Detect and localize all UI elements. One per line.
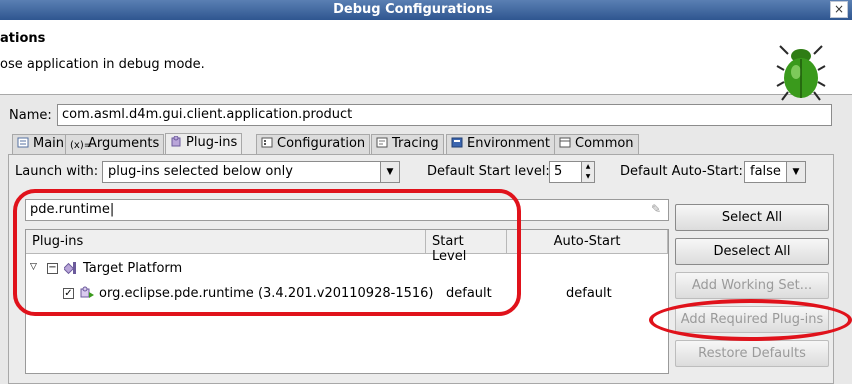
add-working-set-button[interactable]: Add Working Set... bbox=[675, 272, 829, 299]
launch-with-value: plug-ins selected below only bbox=[108, 164, 293, 179]
launch-with-select[interactable]: plug-ins selected below only ▼ bbox=[102, 161, 400, 183]
select-all-button[interactable]: Select All bbox=[675, 204, 829, 231]
clear-filter-icon[interactable]: ✎ bbox=[651, 202, 665, 216]
header-title: ations bbox=[0, 31, 46, 46]
tab-configuration[interactable]: Configuration bbox=[256, 134, 371, 154]
tab-tracing-label: Tracing bbox=[392, 136, 439, 151]
name-field[interactable]: com.asml.d4m.gui.client.application.prod… bbox=[57, 104, 832, 126]
default-start-level-label: Default Start level: bbox=[427, 164, 550, 179]
tab-arguments[interactable]: (x)=Arguments bbox=[65, 134, 165, 154]
deselect-all-button[interactable]: Deselect All bbox=[675, 238, 829, 265]
title-bar: Debug Configurations × bbox=[0, 0, 852, 20]
common-icon bbox=[559, 137, 571, 148]
spinner-arrows-icon[interactable]: ▲ ▼ bbox=[581, 162, 594, 182]
tab-common-label: Common bbox=[575, 136, 634, 151]
plugin-auto-start[interactable]: default bbox=[566, 286, 612, 301]
tab-main[interactable]: Main bbox=[12, 134, 70, 154]
tab-common[interactable]: Common bbox=[554, 134, 639, 154]
tab-arguments-label: Arguments bbox=[88, 136, 160, 151]
auto-start-value: false bbox=[750, 164, 781, 179]
window-title: Debug Configurations bbox=[333, 2, 493, 17]
close-button[interactable]: × bbox=[830, 1, 848, 18]
restore-defaults-button[interactable]: Restore Defaults bbox=[675, 340, 829, 367]
tab-main-label: Main bbox=[33, 136, 65, 151]
start-level-spinner[interactable]: 5 ▲ ▼ bbox=[549, 161, 595, 183]
restore-defaults-label: Restore Defaults bbox=[698, 346, 806, 361]
dialog-header: ations ose application in debug mode. bbox=[0, 20, 852, 101]
chevron-down-icon[interactable]: ▼ bbox=[786, 162, 805, 182]
launch-with-label: Launch with: bbox=[15, 164, 99, 179]
name-label: Name: bbox=[9, 108, 52, 123]
tab-tracing[interactable]: Tracing bbox=[371, 134, 444, 154]
tab-environment-label: Environment bbox=[467, 136, 551, 151]
annotation-ellipse bbox=[649, 299, 852, 341]
chevron-down-icon[interactable]: ▼ bbox=[380, 162, 399, 182]
tab-plugins[interactable]: Plug-ins bbox=[165, 133, 243, 155]
annotation-rounded-rectangle bbox=[13, 189, 521, 316]
main-tab-icon bbox=[17, 137, 29, 148]
header-description: ose application in debug mode. bbox=[0, 57, 205, 72]
environment-icon bbox=[451, 137, 463, 148]
debug-bug-icon bbox=[776, 45, 826, 101]
tab-plugins-label: Plug-ins bbox=[186, 135, 238, 150]
tab-configuration-label: Configuration bbox=[277, 136, 366, 151]
column-header-auto-start[interactable]: Auto-Start bbox=[507, 230, 668, 254]
select-all-label: Select All bbox=[721, 210, 783, 225]
arguments-icon: (x)= bbox=[70, 140, 93, 151]
deselect-all-label: Deselect All bbox=[713, 244, 791, 259]
tab-environment[interactable]: Environment bbox=[446, 134, 556, 154]
configuration-icon bbox=[261, 137, 273, 148]
add-working-set-label: Add Working Set... bbox=[691, 278, 813, 293]
start-level-value: 5 bbox=[554, 164, 563, 179]
plugins-icon bbox=[170, 135, 182, 147]
auto-start-select[interactable]: false ▼ bbox=[744, 161, 806, 183]
tracing-icon bbox=[376, 137, 388, 148]
default-auto-start-label: Default Auto-Start: bbox=[620, 164, 743, 179]
